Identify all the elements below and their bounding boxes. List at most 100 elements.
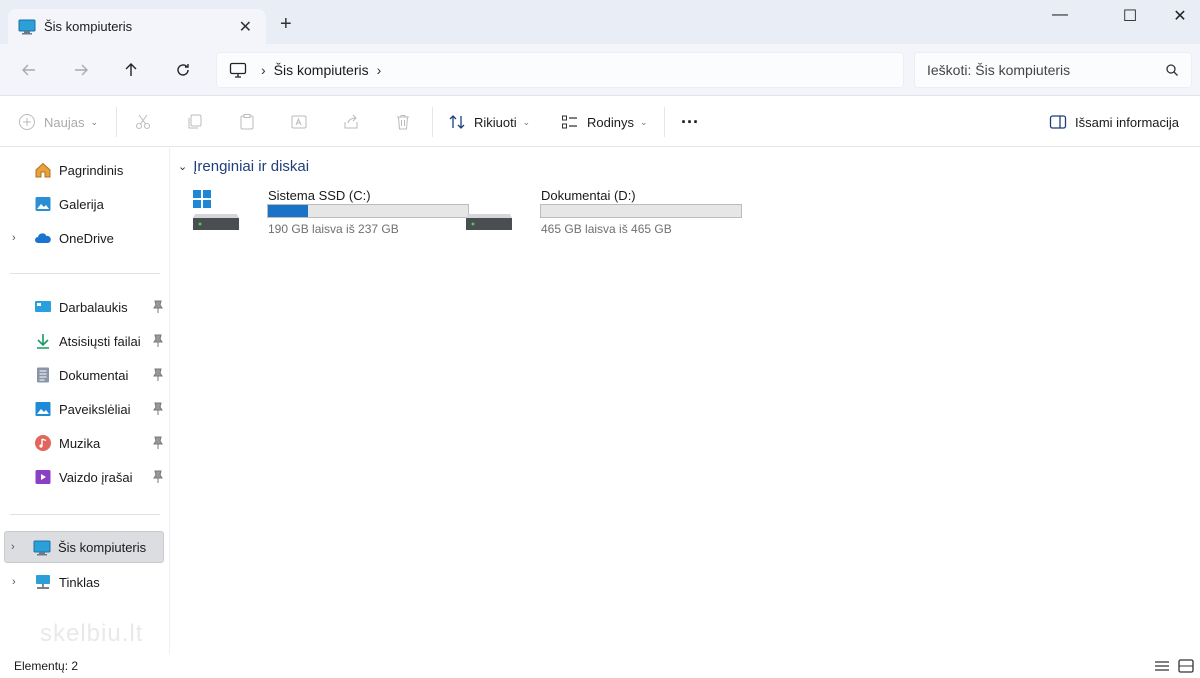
clipboard-icon [240,114,254,130]
address-bar[interactable]: › Šis kompiuteris › [216,52,904,88]
chevron-right-icon[interactable]: › [377,62,382,78]
chevron-right-icon[interactable]: › [11,541,15,553]
devices-group-header[interactable]: ⌄ Įrenginiai ir diskai [178,158,309,175]
gallery-icon [35,197,51,211]
new-tab-button[interactable]: + [280,14,292,34]
sidebar-item-label: Šis kompiuteris [58,539,147,555]
search-box[interactable] [914,52,1192,88]
video-icon [35,470,51,484]
sidebar-item-documents[interactable]: Dokumentai [6,359,166,391]
sidebar-item-label: Paveikslėliai [59,401,131,417]
copy-button[interactable] [186,109,204,135]
delete-button[interactable] [394,109,412,135]
sidebar-item-downloads[interactable]: Atsisiųsti failai [6,325,166,357]
title-bar: Šis kompiuteris ✕ + — ☐ ✕ [0,0,1200,44]
sidebar-item-network[interactable]: › Tinklas [6,566,166,598]
more-options-button[interactable]: ··· [681,109,699,135]
item-count: Elementų: 2 [14,659,79,673]
scissors-icon [136,114,150,129]
drive-c[interactable]: Sistema SSD (C:) 190 GB laisva iš 237 GB [192,184,469,240]
search-input[interactable] [927,62,1157,78]
drive-free-space: 465 GB laisva iš 465 GB [541,222,672,236]
trash-icon [397,115,409,130]
drive-d[interactable]: Dokumentai (D:) 465 GB laisva iš 465 GB [465,184,742,240]
back-button[interactable] [17,58,41,82]
sidebar-item-music[interactable]: Muzika [6,427,166,459]
tiles-view-icon[interactable] [1177,658,1195,674]
drive-free-space: 190 GB laisva iš 237 GB [268,222,399,236]
sidebar-item-videos[interactable]: Vaizdo įrašai [6,461,166,493]
share-button[interactable] [342,109,360,135]
sidebar-item-pictures[interactable]: Paveikslėliai [6,393,166,425]
drive-name: Sistema SSD (C:) [268,188,371,203]
sidebar-item-gallery[interactable]: Galerija [6,188,166,220]
view-list-icon [562,115,577,129]
sidebar-item-label: Galerija [59,196,104,212]
navigation-pane: Pagrindinis Galerija › OneDrive Darbalau… [0,148,170,654]
hard-drive-icon [466,214,512,230]
chevron-down-icon: ⌄ [90,116,99,127]
arrow-left-icon [22,64,35,76]
sort-button[interactable]: Rikiuoti ⌄ [448,109,530,135]
new-button[interactable]: Naujas ⌄ [18,109,98,135]
chevron-down-icon: ⌄ [178,161,188,173]
music-icon [35,435,51,451]
chevron-right-icon: › [261,62,266,78]
pictures-icon [35,402,51,416]
minimize-button[interactable]: — [1040,6,1080,24]
pin-icon[interactable] [152,402,164,416]
view-button-label: Rodinys [587,114,634,130]
tab-title: Šis kompiuteris [44,19,133,34]
share-icon [344,114,358,129]
pin-icon[interactable] [152,470,164,484]
rename-button[interactable] [290,109,308,135]
up-button[interactable] [119,58,143,82]
sidebar-item-this-pc[interactable]: › Šis kompiuteris [4,531,164,563]
sidebar-item-label: Atsisiųsti failai [59,333,141,349]
chevron-right-icon[interactable]: › [12,232,16,244]
sidebar-item-label: Darbalaukis [59,299,128,315]
group-title: Įrenginiai ir diskai [193,158,310,175]
maximize-button[interactable]: ☐ [1110,6,1150,26]
drive-usage-bar [267,204,469,218]
drive-usage-fill [268,205,308,217]
sidebar-item-desktop[interactable]: Darbalaukis [6,291,166,323]
sidebar-item-home[interactable]: Pagrindinis [6,154,166,186]
sidebar-item-label: Tinklas [59,574,100,590]
tab-this-pc[interactable]: Šis kompiuteris ✕ [8,9,266,44]
network-icon [36,575,50,589]
monitor-icon [229,62,247,78]
plus-circle-icon [19,114,35,130]
refresh-button[interactable] [171,58,195,82]
sidebar-item-label: Muzika [59,435,101,451]
sidebar-item-label: Pagrindinis [59,162,124,178]
refresh-icon [177,64,189,76]
arrow-up-icon [125,63,137,76]
view-button[interactable]: Rodinys ⌄ [561,109,648,135]
pin-icon[interactable] [152,368,164,382]
close-window-button[interactable]: ✕ [1160,6,1200,26]
drive-usage-bar [540,204,742,218]
paste-button[interactable] [238,109,256,135]
details-pane-button[interactable]: Išsami informacija [1049,109,1179,135]
cut-button[interactable] [134,109,152,135]
chevron-right-icon[interactable]: › [12,576,16,588]
chevron-down-icon: ⌄ [639,116,648,127]
copy-icon [188,114,202,129]
pin-icon[interactable] [152,334,164,348]
sort-button-label: Rikiuoti [474,114,517,130]
status-bar: Elementų: 2 [0,654,1200,678]
sidebar-item-onedrive[interactable]: › OneDrive [6,222,166,254]
cloud-icon [35,233,51,243]
sidebar-divider [10,273,160,274]
download-icon [37,334,49,349]
pin-icon[interactable] [152,436,164,450]
pin-icon[interactable] [152,300,164,314]
sidebar-divider [10,514,160,515]
breadcrumb[interactable]: Šis kompiuteris [274,62,369,78]
sidebar-item-label: Dokumentai [59,367,129,383]
details-view-icon[interactable] [1153,658,1171,674]
tab-close-icon[interactable]: ✕ [239,17,252,37]
forward-button[interactable] [69,58,93,82]
chevron-down-icon: ⌄ [522,116,531,127]
